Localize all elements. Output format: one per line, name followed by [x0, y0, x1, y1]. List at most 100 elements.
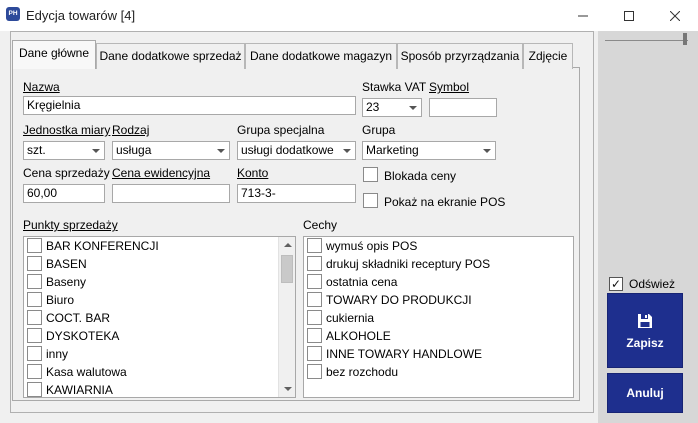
list-item[interactable]: BAR KONFERENCJI	[24, 237, 295, 255]
list-item-checkbox[interactable]	[307, 328, 322, 343]
list-item-checkbox[interactable]	[307, 364, 322, 379]
zoom-slider-track[interactable]	[605, 40, 688, 41]
pokaz-pos-checkbox[interactable]	[363, 193, 378, 208]
odswiez-label: Odśwież	[629, 277, 676, 291]
zoom-slider-handle[interactable]	[683, 33, 687, 45]
punkty-scrollbar[interactable]	[278, 237, 295, 397]
list-item-checkbox[interactable]	[27, 328, 42, 343]
blokada-ceny-label: Blokada ceny	[384, 169, 457, 183]
list-item-label: Biuro	[46, 293, 75, 307]
list-item[interactable]: Baseny	[24, 273, 295, 291]
list-item[interactable]: inny	[24, 345, 295, 363]
grupa-specjalna-value: usługi dodatkowe	[241, 143, 334, 157]
list-item[interactable]: INNE TOWARY HANDLOWE	[304, 345, 573, 363]
window-title: Edycja towarów [4]	[26, 8, 136, 23]
rodzaj-select[interactable]: usługa	[112, 141, 230, 160]
list-item[interactable]: drukuj składniki receptury POS	[304, 255, 573, 273]
list-item[interactable]: wymuś opis POS	[304, 237, 573, 255]
list-item-checkbox[interactable]	[307, 346, 322, 361]
list-item-label: cukiernia	[326, 311, 375, 325]
jednostka-miary-label: Jednostka miary	[23, 123, 111, 137]
maximize-icon	[624, 10, 634, 21]
list-item[interactable]: TOWARY DO PRODUKCJI	[304, 291, 573, 309]
maximize-button[interactable]	[606, 0, 652, 31]
list-item[interactable]: Kasa walutowa	[24, 363, 295, 381]
nazwa-input[interactable]: Kręgielnia	[23, 96, 356, 115]
symbol-label: Symbol	[429, 80, 470, 94]
list-item-label: INNE TOWARY HANDLOWE	[326, 347, 483, 361]
list-item-checkbox[interactable]	[27, 364, 42, 379]
tab-sposob-przyrzadzania[interactable]: Sposób przyrządzania	[397, 43, 523, 69]
list-item-checkbox[interactable]	[27, 346, 42, 361]
list-item[interactable]: cukiernia	[304, 309, 573, 327]
minimize-button[interactable]	[560, 0, 606, 31]
grupa-specjalna-select[interactable]: usługi dodatkowe	[237, 141, 356, 160]
list-item-label: drukuj składniki receptury POS	[326, 257, 491, 271]
cechy-list[interactable]: wymuś opis POS drukuj składniki receptur…	[303, 236, 574, 398]
list-item-label: KAWIARNIA	[46, 383, 113, 397]
grupa-value: Marketing	[366, 143, 419, 157]
list-item-checkbox[interactable]	[27, 238, 42, 253]
list-item[interactable]: ALKOHOLE	[304, 327, 573, 345]
rodzaj-value: usługa	[116, 143, 152, 157]
blokada-ceny-checkbox[interactable]	[363, 167, 378, 182]
chevron-down-icon	[409, 106, 417, 110]
list-item-checkbox[interactable]	[307, 274, 322, 289]
list-item-label: inny	[46, 347, 69, 361]
list-item-checkbox[interactable]	[27, 292, 42, 307]
list-item[interactable]: KAWIARNIA	[24, 381, 295, 397]
tab-dane-dodatkowe-sprzedaz[interactable]: Dane dodatkowe sprzedaż	[96, 43, 245, 69]
minimize-icon	[578, 15, 588, 16]
chevron-down-icon	[217, 149, 225, 153]
scroll-down-icon[interactable]	[279, 381, 295, 397]
cancel-button[interactable]: Anuluj	[607, 373, 683, 413]
list-item-checkbox[interactable]	[27, 256, 42, 271]
stawka-vat-value: 23	[366, 100, 380, 114]
list-item-checkbox[interactable]	[307, 256, 322, 271]
chevron-down-icon	[343, 149, 351, 153]
list-item-checkbox[interactable]	[27, 382, 42, 397]
cena-ewidencyjna-input[interactable]	[112, 184, 230, 203]
list-item-checkbox[interactable]	[307, 238, 322, 253]
stawka-vat-select[interactable]: 23	[362, 98, 422, 117]
tab-zdjecie[interactable]: Zdjęcie	[523, 43, 573, 69]
save-button[interactable]: Zapisz	[607, 293, 683, 368]
list-item[interactable]: COCT. BAR	[24, 309, 295, 327]
symbol-input[interactable]	[429, 98, 497, 117]
cena-sprzedazy-label: Cena sprzedaży	[23, 166, 110, 180]
grupa-select[interactable]: Marketing	[362, 141, 496, 160]
cena-ewidencyjna-label: Cena ewidencyjna	[112, 166, 211, 180]
close-button[interactable]	[652, 0, 698, 31]
list-item-label: DYSKOTEKA	[46, 329, 120, 343]
cena-sprzedazy-input[interactable]: 60,00	[23, 184, 105, 203]
save-button-label: Zapisz	[626, 335, 664, 350]
title-bar: PH Edycja towarów [4]	[0, 0, 698, 31]
odswiez-checkbox[interactable]: ✓	[609, 277, 623, 291]
list-item-label: COCT. BAR	[46, 311, 111, 325]
scroll-up-icon[interactable]	[279, 237, 295, 253]
list-item[interactable]: DYSKOTEKA	[24, 327, 295, 345]
list-item[interactable]: ostatnia cena	[304, 273, 573, 291]
list-item-label: Kasa walutowa	[46, 365, 127, 379]
nazwa-label: Nazwa	[23, 80, 60, 94]
jednostka-miary-value: szt.	[27, 143, 46, 157]
list-item-checkbox[interactable]	[307, 310, 322, 325]
list-item-label: TOWARY DO PRODUKCJI	[326, 293, 472, 307]
list-item-checkbox[interactable]	[27, 274, 42, 289]
punkty-sprzedazy-label: Punkty sprzedaży	[23, 218, 118, 232]
list-item[interactable]: BASEN	[24, 255, 295, 273]
close-icon	[670, 10, 680, 21]
list-item-checkbox[interactable]	[307, 292, 322, 307]
grupa-label: Grupa	[362, 123, 396, 137]
list-item[interactable]: bez rozchodu	[304, 363, 573, 381]
punkty-sprzedazy-list[interactable]: BAR KONFERENCJI BASEN Baseny Biuro COCT.…	[23, 236, 296, 398]
list-item-label: Baseny	[46, 275, 87, 289]
tab-dane-glowne[interactable]: Dane główne	[12, 40, 96, 69]
tab-dane-dodatkowe-magazyn[interactable]: Dane dodatkowe magazyn	[245, 43, 397, 69]
rodzaj-label: Rodzaj	[112, 123, 150, 137]
konto-input[interactable]: 713-3-	[237, 184, 356, 203]
list-item-checkbox[interactable]	[27, 310, 42, 325]
jednostka-miary-select[interactable]: szt.	[23, 141, 105, 160]
scroll-thumb[interactable]	[281, 255, 293, 283]
list-item[interactable]: Biuro	[24, 291, 295, 309]
